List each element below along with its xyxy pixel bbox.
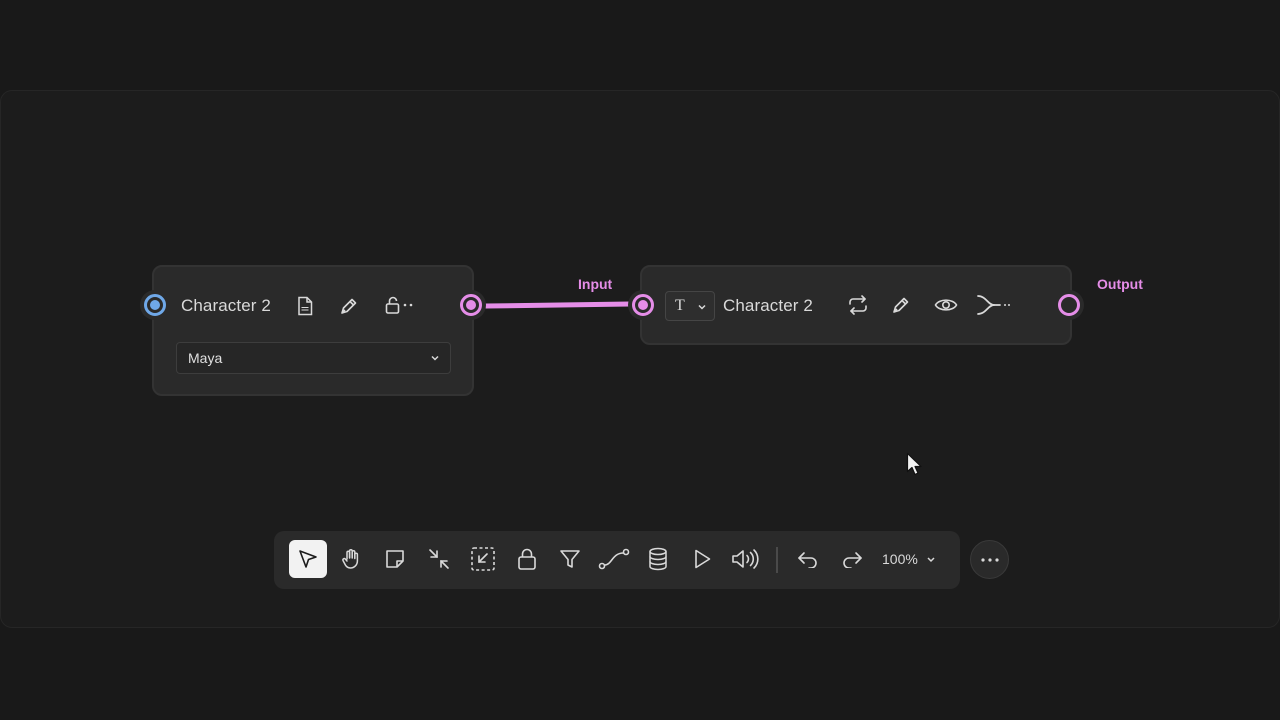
sticky-note-tool-button[interactable] — [376, 540, 414, 578]
pen-icon[interactable] — [891, 295, 911, 315]
eye-icon[interactable] — [934, 296, 958, 314]
unlock-icon[interactable] — [384, 295, 402, 315]
lock-icon — [518, 548, 536, 570]
redo-button[interactable] — [833, 540, 871, 578]
text-type-icon: T — [675, 297, 685, 314]
csv-file-icon[interactable] — [296, 296, 314, 316]
connector-tool-button[interactable] — [595, 540, 633, 578]
undo-button[interactable] — [789, 540, 827, 578]
more-options-button[interactable] — [970, 540, 1009, 579]
undo-icon — [798, 552, 817, 568]
pointer-icon — [299, 550, 317, 568]
merge-icon[interactable] — [976, 293, 1012, 317]
input-label: Input — [578, 276, 613, 292]
source-node[interactable]: Character 2 Maya — [152, 265, 474, 396]
lock-tool-button[interactable] — [508, 540, 546, 578]
connection-edge[interactable] — [480, 298, 640, 312]
collapse-tool-button[interactable] — [420, 540, 458, 578]
toolbar-divider — [776, 547, 778, 573]
source-input-port[interactable] — [140, 290, 170, 320]
more-horizontal-icon — [980, 557, 999, 562]
source-node-title: Character 2 — [181, 296, 271, 315]
selection-frame-tool-button[interactable] — [464, 540, 502, 578]
repeat-icon[interactable] — [847, 295, 869, 315]
mouse-cursor-icon — [906, 452, 922, 476]
hand-icon — [342, 549, 359, 569]
filter-icon — [560, 550, 580, 568]
output-label: Output — [1097, 276, 1143, 292]
database-icon — [649, 547, 667, 571]
target-node-title: Character 2 — [723, 296, 813, 315]
target-output-port[interactable] — [1054, 290, 1084, 320]
character-select-value: Maya — [188, 350, 223, 366]
redo-icon — [843, 552, 862, 568]
chevron-down-icon — [697, 303, 707, 311]
collapse-icon — [429, 549, 449, 569]
play-tool-button[interactable] — [683, 540, 721, 578]
pen-icon[interactable] — [339, 296, 359, 316]
selection-frame-icon — [471, 547, 495, 571]
play-icon — [695, 549, 711, 569]
type-selector-button[interactable]: T — [665, 291, 715, 321]
bottom-toolbar: 100% — [274, 531, 960, 589]
volume-tool-button[interactable] — [726, 540, 764, 578]
filter-tool-button[interactable] — [551, 540, 589, 578]
volume-icon — [732, 549, 759, 569]
chevron-down-icon — [430, 354, 440, 362]
character-select[interactable]: Maya — [176, 342, 451, 374]
hand-tool-button[interactable] — [332, 540, 370, 578]
pointer-tool-button[interactable] — [289, 540, 327, 578]
source-output-port[interactable] — [456, 290, 486, 320]
zoom-level[interactable]: 100% — [882, 551, 918, 567]
target-input-port[interactable] — [628, 290, 658, 320]
more-dots-icon[interactable] — [402, 302, 416, 308]
database-tool-button[interactable] — [639, 540, 677, 578]
connector-icon — [598, 548, 630, 570]
sticky-note-icon — [386, 550, 404, 568]
zoom-chevron-down-icon[interactable] — [926, 556, 936, 564]
target-node[interactable]: T Character 2 — [640, 265, 1072, 345]
